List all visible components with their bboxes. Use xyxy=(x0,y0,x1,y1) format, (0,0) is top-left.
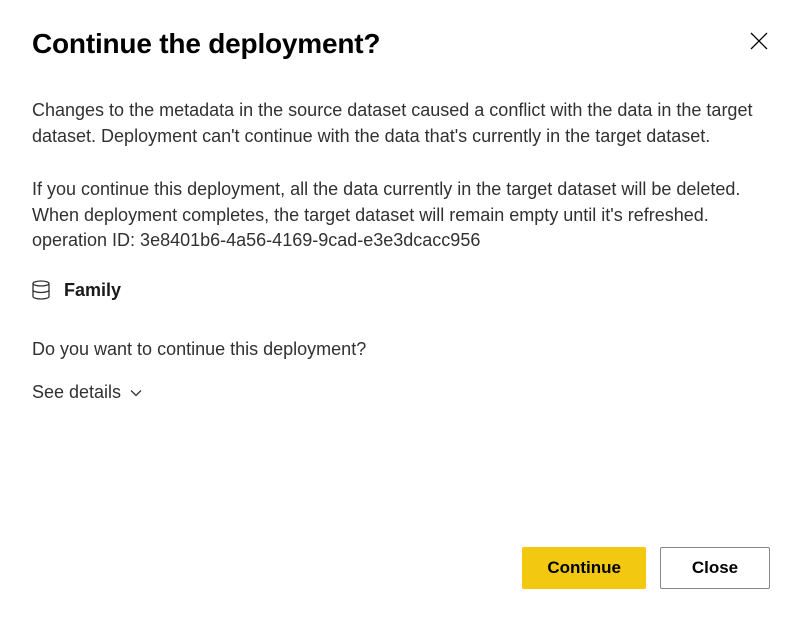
see-details-toggle[interactable]: See details xyxy=(32,382,770,403)
operation-id-text: operation ID: 3e8401b6-4a56-4169-9cad-e3… xyxy=(32,228,770,254)
dialog-header: Continue the deployment? xyxy=(32,28,770,60)
confirm-question-text: Do you want to continue this deployment? xyxy=(32,337,770,363)
dialog-footer: Continue Close xyxy=(32,547,770,589)
close-icon[interactable] xyxy=(748,30,770,52)
dialog-title: Continue the deployment? xyxy=(32,28,380,60)
chevron-down-icon xyxy=(129,386,143,400)
affected-item-row: Family xyxy=(32,280,770,301)
conflict-explanation-text: Changes to the metadata in the source da… xyxy=(32,98,770,149)
close-button[interactable]: Close xyxy=(660,547,770,589)
affected-item-label: Family xyxy=(64,280,121,301)
warning-text: If you continue this deployment, all the… xyxy=(32,177,770,228)
continue-button[interactable]: Continue xyxy=(522,547,646,589)
see-details-label: See details xyxy=(32,382,121,403)
deployment-conflict-dialog: Continue the deployment? Changes to the … xyxy=(0,0,802,617)
warning-block: If you continue this deployment, all the… xyxy=(32,177,770,254)
dataset-icon xyxy=(32,280,50,300)
